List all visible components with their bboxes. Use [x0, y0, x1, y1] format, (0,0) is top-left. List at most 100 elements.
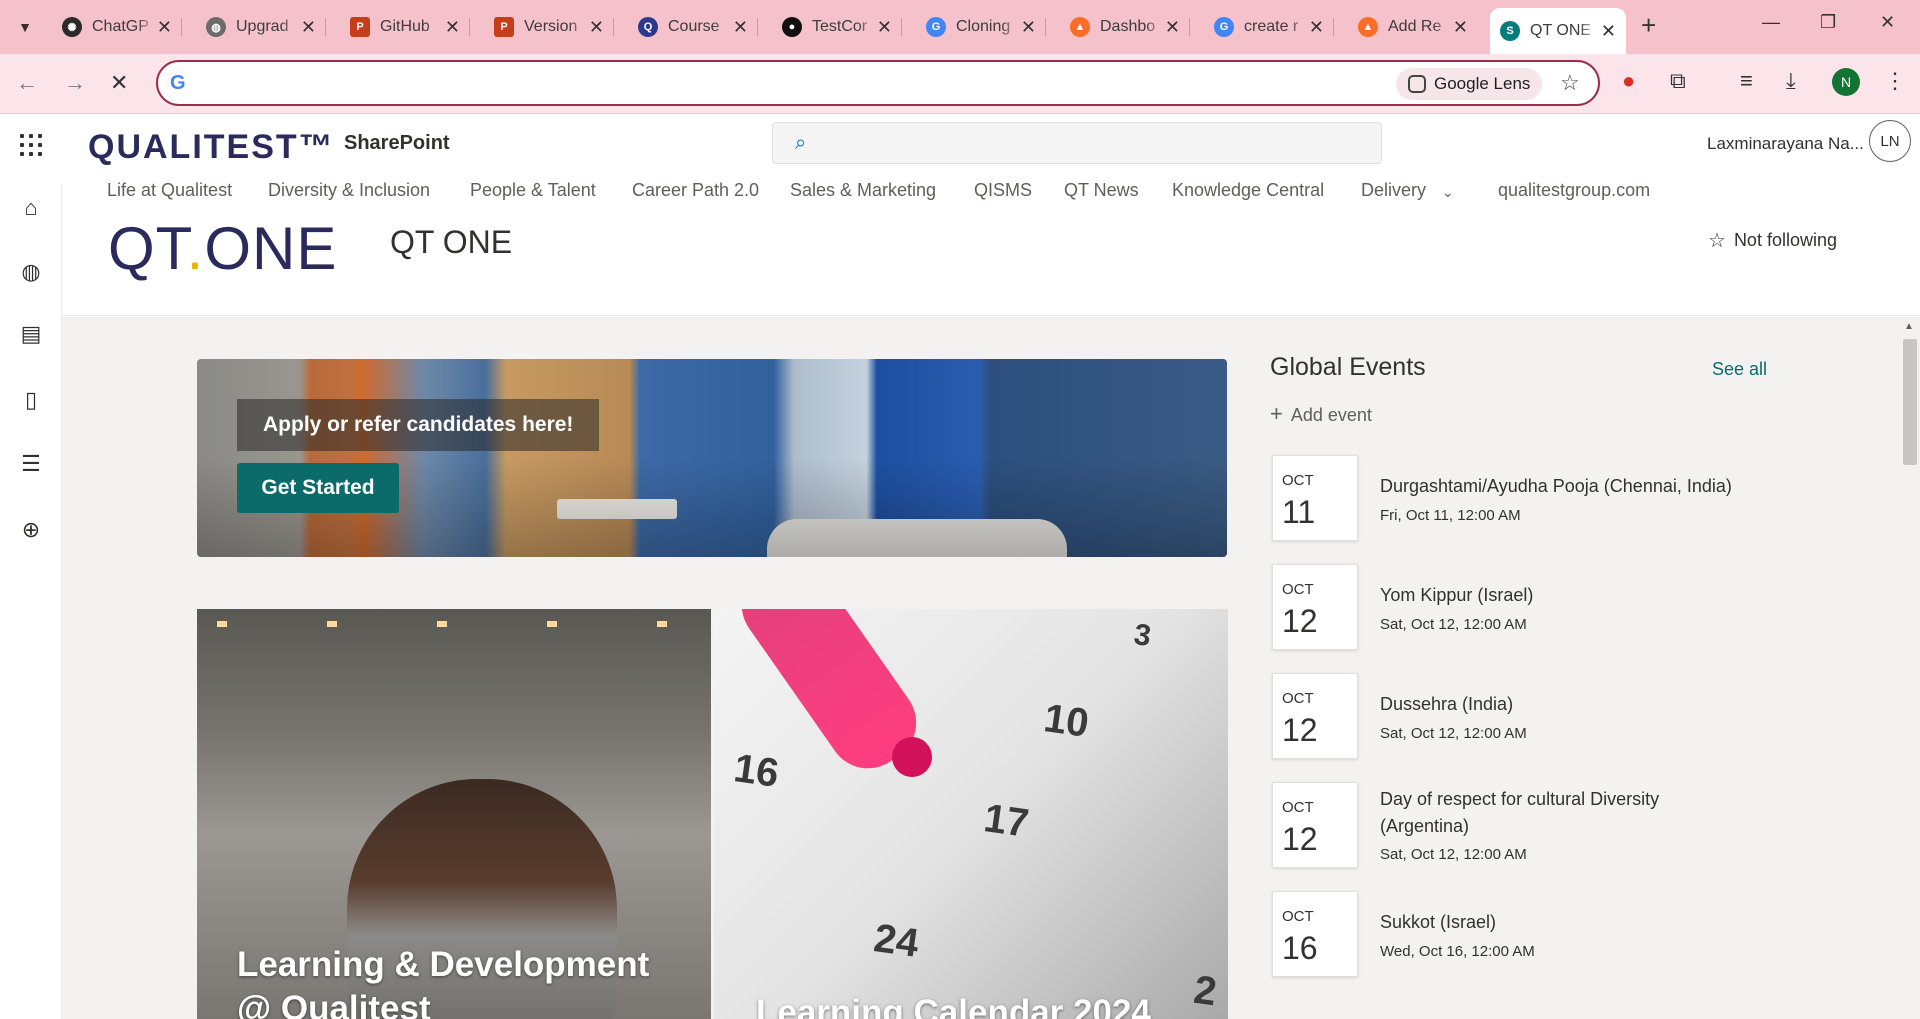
scroll-up-arrow-icon[interactable]: ▲ — [1904, 321, 1914, 332]
event-item[interactable]: OCT 12 Dussehra (India) Sat, Oct 12, 12:… — [1272, 673, 1752, 763]
events-title: Global Events — [1270, 353, 1426, 381]
close-tab-icon[interactable]: ✕ — [1453, 17, 1468, 38]
browser-tab-strip: ▼ ✺ ChatGP ✕ ◍ Upgrad ✕ P GitHub ✕ P Ver… — [0, 0, 1920, 54]
google-icon: G — [926, 17, 946, 37]
browser-menu-icon[interactable]: ⋮ — [1884, 68, 1906, 94]
qualitest-logo[interactable]: QUALITEST™ — [88, 128, 335, 167]
media-controls-icon[interactable]: ≡ — [1740, 68, 1753, 94]
google-lens-button[interactable]: Google Lens — [1396, 68, 1543, 100]
event-item[interactable]: OCT 16 Sukkot (Israel) Wed, Oct 16, 12:0… — [1272, 891, 1752, 981]
browser-tab[interactable]: G Cloning ✕ — [916, 8, 1046, 46]
hub-link-life-at-qualitest[interactable]: Life at Qualitest — [107, 180, 232, 201]
chevron-down-icon[interactable]: ⌄ — [1442, 184, 1454, 201]
bookmark-star-icon[interactable]: ☆ — [1560, 70, 1580, 96]
user-avatar[interactable]: LN — [1869, 120, 1911, 162]
close-tab-icon[interactable]: ✕ — [733, 17, 748, 38]
sharepoint-search-box[interactable]: ⌕ — [772, 122, 1382, 164]
follow-button[interactable]: ☆ Not following — [1708, 228, 1837, 253]
add-event-button[interactable]: + Add event — [1270, 401, 1372, 427]
tab-search-chevron-icon[interactable]: ▼ — [10, 12, 40, 42]
event-month: OCT — [1282, 908, 1314, 925]
event-item[interactable]: OCT 11 Durgashtami/Ayudha Pooja (Chennai… — [1272, 455, 1752, 545]
close-tab-icon[interactable]: ✕ — [1309, 17, 1324, 38]
event-name[interactable]: Day of respect for cultural Diversity (A… — [1380, 786, 1750, 840]
sharepoint-label[interactable]: SharePoint — [344, 132, 450, 155]
event-name[interactable]: Yom Kippur (Israel) — [1380, 582, 1750, 609]
browser-tab[interactable]: ▲ Dashbo ✕ — [1060, 8, 1190, 46]
close-tab-icon[interactable]: ✕ — [877, 17, 892, 38]
extension-icon[interactable]: ● — [1622, 68, 1635, 94]
close-tab-icon[interactable]: ✕ — [157, 17, 172, 38]
close-tab-icon[interactable]: ✕ — [301, 17, 316, 38]
get-started-button[interactable]: Get Started — [237, 463, 399, 513]
event-item[interactable]: OCT 12 Yom Kippur (Israel) Sat, Oct 12, … — [1272, 564, 1752, 654]
browser-profile-avatar[interactable]: N — [1832, 68, 1860, 96]
gitlab-icon: ▲ — [1070, 17, 1090, 37]
close-window-icon[interactable]: ✕ — [1880, 12, 1895, 33]
extensions-puzzle-icon[interactable]: ⧉ — [1670, 68, 1686, 94]
minimize-icon[interactable]: — — [1762, 12, 1780, 33]
browser-tab[interactable]: ✺ ChatGP ✕ — [52, 8, 182, 46]
browser-tab[interactable]: P GitHub ✕ — [340, 8, 470, 46]
event-date-card: OCT 11 — [1272, 455, 1358, 541]
globe-icon[interactable]: ◍ — [19, 260, 43, 284]
hub-link-qualitestgroup[interactable]: qualitestgroup.com — [1498, 180, 1650, 201]
close-tab-icon[interactable]: ✕ — [1165, 17, 1180, 38]
hub-link-delivery[interactable]: Delivery — [1361, 180, 1426, 201]
download-icon[interactable]: ⤓ — [1786, 68, 1796, 94]
hub-link-qt-news[interactable]: QT News — [1064, 180, 1139, 201]
learning-calendar-tile[interactable]: 16 10 17 24 3 2 Learning Calendar 2024 — [714, 609, 1228, 1019]
scrollbar-thumb[interactable] — [1903, 339, 1917, 465]
close-tab-icon[interactable]: ✕ — [1021, 17, 1036, 38]
browser-tab-active[interactable]: S QT ONE ✕ — [1490, 8, 1626, 54]
event-day: 16 — [1282, 930, 1318, 966]
hub-link-qisms[interactable]: QISMS — [974, 180, 1032, 201]
event-name[interactable]: Durgashtami/Ayudha Pooja (Chennai, India… — [1380, 473, 1750, 500]
powerpoint-icon: P — [350, 17, 370, 37]
tab-title: QT ONE — [1530, 22, 1592, 39]
browser-tab[interactable]: ◍ Upgrad ✕ — [196, 8, 326, 46]
lists-icon[interactable]: ☰ — [19, 452, 43, 476]
hub-link-career-path[interactable]: Career Path 2.0 — [632, 180, 759, 201]
forward-arrow-icon[interactable]: → — [64, 70, 86, 96]
browser-tab[interactable]: ● TestCor ✕ — [772, 8, 902, 46]
hub-link-knowledge-central[interactable]: Knowledge Central — [1172, 180, 1324, 201]
browser-tab[interactable]: P Version ✕ — [484, 8, 614, 46]
new-tab-button[interactable]: + — [1641, 10, 1656, 41]
page-scrollbar[interactable]: ▲ — [1900, 317, 1920, 1019]
create-plus-icon[interactable]: ⊕ — [19, 518, 43, 542]
calendar-number: 24 — [871, 916, 922, 966]
event-time: Wed, Oct 16, 12:00 AM — [1380, 943, 1535, 960]
restore-icon[interactable]: ❐ — [1820, 12, 1836, 33]
event-time: Sat, Oct 12, 12:00 AM — [1380, 846, 1527, 863]
see-all-link[interactable]: See all — [1712, 359, 1767, 380]
hub-link-diversity-inclusion[interactable]: Diversity & Inclusion — [268, 180, 430, 201]
site-title[interactable]: QT ONE — [390, 224, 512, 261]
tab-title: create r — [1244, 18, 1299, 35]
learning-development-tile[interactable]: Learning & Development @ Qualitest — [197, 609, 711, 1019]
browser-tab[interactable]: ▲ Add Re ✕ — [1348, 8, 1478, 46]
google-icon: G — [170, 72, 186, 94]
browser-tab[interactable]: Q Course ✕ — [628, 8, 758, 46]
event-date-card: OCT 12 — [1272, 673, 1358, 759]
hub-link-sales-marketing[interactable]: Sales & Marketing — [790, 180, 936, 201]
news-icon[interactable]: ▤ — [19, 322, 43, 346]
user-name[interactable]: Laxminarayana Na... — [1707, 134, 1864, 154]
back-arrow-icon[interactable]: ← — [16, 70, 38, 96]
close-tab-icon[interactable]: ✕ — [445, 17, 460, 38]
browser-tab[interactable]: G create r ✕ — [1204, 8, 1334, 46]
files-icon[interactable]: ▯ — [19, 388, 43, 412]
app-launcher-waffle-icon[interactable] — [20, 134, 42, 156]
logo-part-qt: QT — [108, 215, 187, 282]
stop-loading-icon[interactable]: ✕ — [110, 70, 128, 96]
home-icon[interactable]: ⌂ — [19, 196, 43, 220]
address-bar[interactable]: G Google Lens ☆ — [156, 60, 1600, 106]
close-tab-icon[interactable]: ✕ — [589, 17, 604, 38]
event-day: 11 — [1282, 494, 1316, 530]
event-item[interactable]: OCT 12 Day of respect for cultural Diver… — [1272, 782, 1752, 872]
qt-one-logo[interactable]: QT.ONE — [108, 214, 337, 283]
event-name[interactable]: Dussehra (India) — [1380, 691, 1750, 718]
close-tab-icon[interactable]: ✕ — [1601, 21, 1616, 42]
hub-link-people-talent[interactable]: People & Talent — [470, 180, 596, 201]
event-name[interactable]: Sukkot (Israel) — [1380, 909, 1750, 936]
